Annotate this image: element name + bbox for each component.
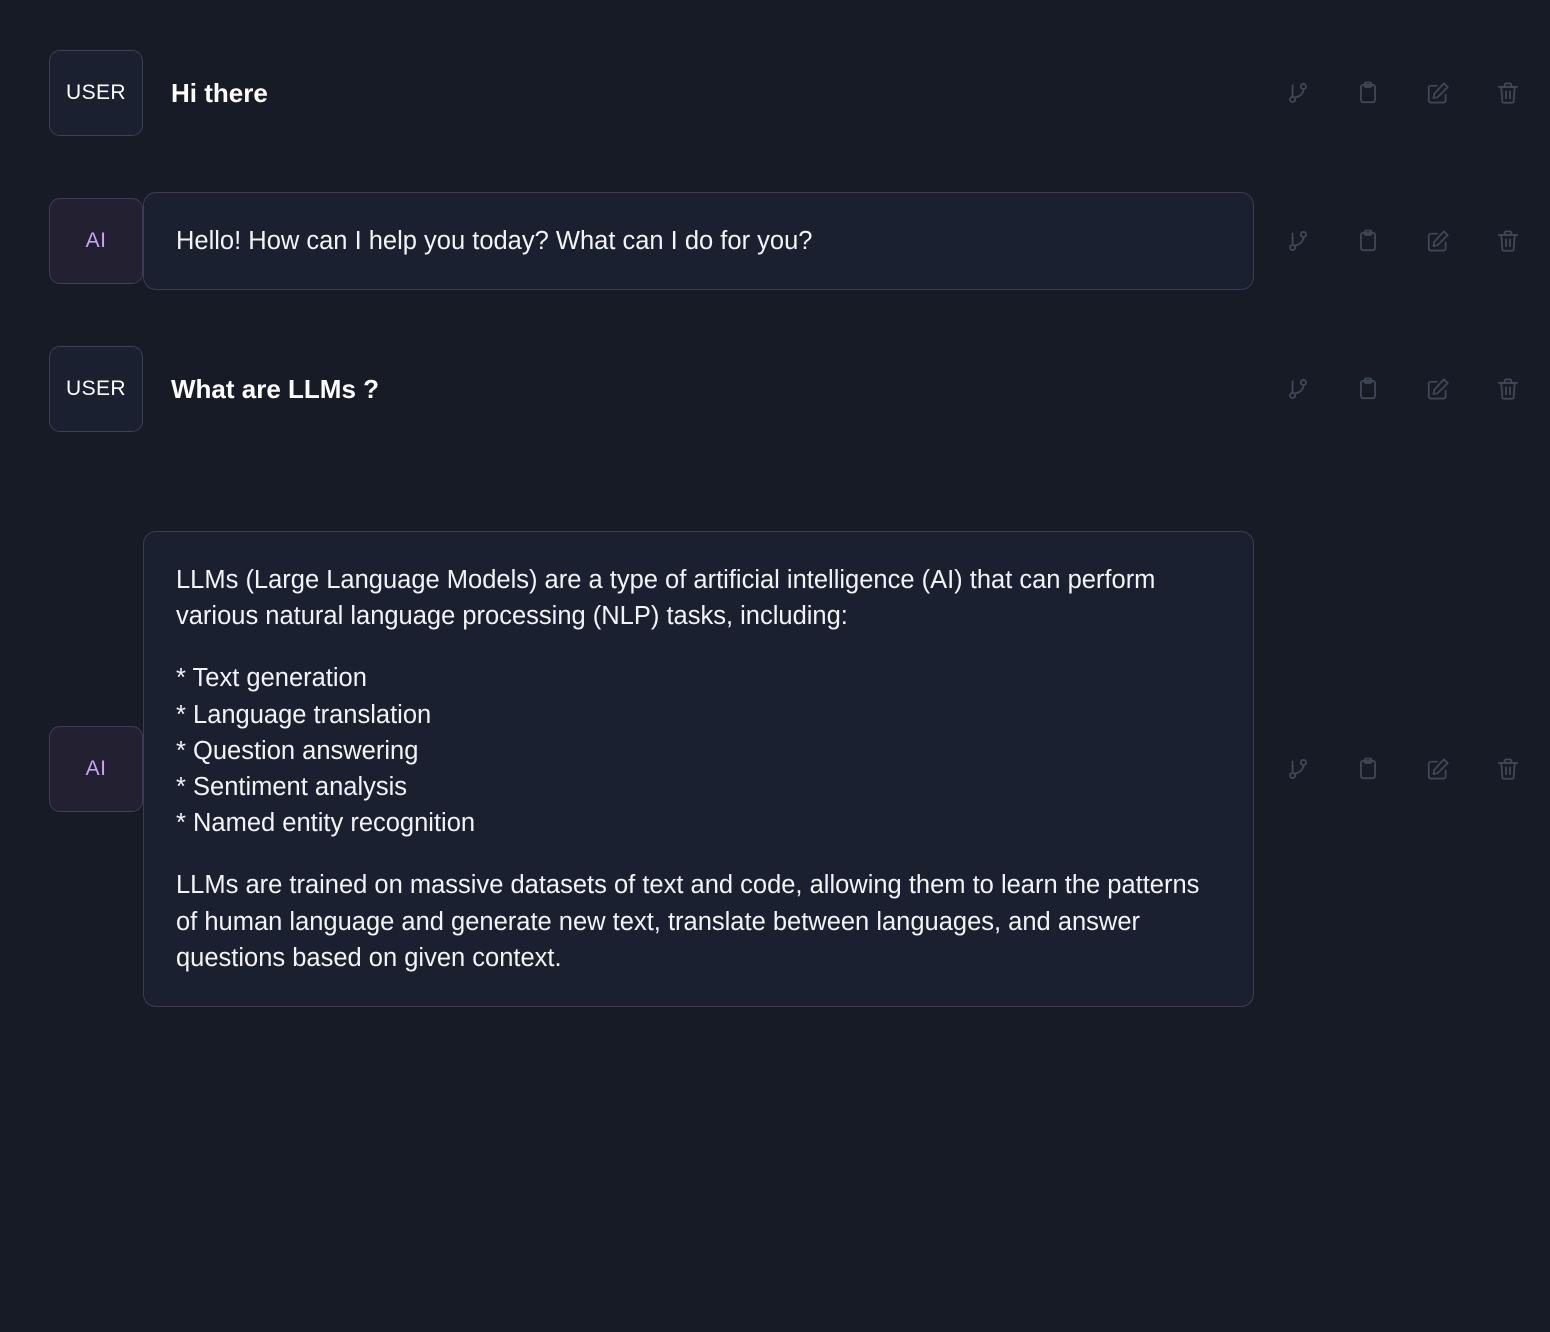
message-row-user-2: USER What are LLMs ? — [0, 330, 1550, 448]
message-text: What are LLMs ? — [171, 373, 380, 404]
avatar-label: USER — [66, 377, 126, 400]
branch-button[interactable] — [1278, 369, 1318, 409]
copy-button[interactable] — [1348, 73, 1388, 113]
edit-pencil-icon — [1427, 378, 1449, 400]
git-branch-icon — [1289, 758, 1307, 780]
clipboard-icon — [1360, 377, 1376, 400]
edit-pencil-icon — [1427, 230, 1449, 252]
clipboard-icon — [1360, 81, 1376, 104]
avatar-label: AI — [85, 229, 107, 252]
avatar-label: AI — [85, 757, 107, 780]
trash-icon — [1497, 230, 1519, 252]
message-actions — [1278, 73, 1528, 113]
list-item: * Question answering — [176, 736, 419, 765]
message-actions — [1278, 749, 1528, 789]
edit-pencil-icon — [1427, 758, 1449, 780]
message-text: Hello! How can I help you today? What ca… — [176, 226, 813, 255]
branch-button[interactable] — [1278, 749, 1318, 789]
avatar-user: USER — [49, 346, 143, 432]
trash-icon — [1497, 378, 1519, 400]
message-actions — [1278, 221, 1528, 261]
message-outro-paragraph: LLMs are trained on massive datasets of … — [176, 871, 1200, 972]
delete-button[interactable] — [1488, 221, 1528, 261]
delete-button[interactable] — [1488, 369, 1528, 409]
message-text: Hi there — [171, 77, 268, 108]
message-row-user-1: USER Hi there — [0, 34, 1550, 152]
trash-icon — [1497, 758, 1519, 780]
delete-button[interactable] — [1488, 73, 1528, 113]
edit-button[interactable] — [1418, 221, 1458, 261]
edit-button[interactable] — [1418, 369, 1458, 409]
message-row-assistant-1: AI Hello! How can I help you today? What… — [0, 152, 1550, 330]
edit-button[interactable] — [1418, 749, 1458, 789]
edit-pencil-icon — [1427, 82, 1449, 104]
message-body: What are LLMs ? — [143, 371, 1254, 407]
branch-button[interactable] — [1278, 221, 1318, 261]
git-branch-icon — [1289, 378, 1307, 400]
avatar-label: USER — [66, 81, 126, 104]
message-body: LLMs (Large Language Models) are a type … — [143, 530, 1254, 1008]
avatar-assistant: AI — [49, 198, 143, 284]
git-branch-icon — [1289, 230, 1307, 252]
copy-button[interactable] — [1348, 221, 1388, 261]
git-branch-icon — [1289, 82, 1307, 104]
clipboard-icon — [1360, 757, 1376, 780]
capability-list: * Text generation * Language translation… — [176, 660, 1221, 841]
message-bubble: Hello! How can I help you today? What ca… — [143, 191, 1254, 291]
list-item: * Named entity recognition — [176, 809, 476, 838]
message-row-assistant-2: AI LLMs (Large Language Models) are a ty… — [0, 448, 1550, 1090]
message-bubble: LLMs (Large Language Models) are a type … — [143, 530, 1254, 1008]
message-body: Hello! How can I help you today? What ca… — [143, 191, 1254, 291]
message-actions — [1278, 369, 1528, 409]
trash-icon — [1497, 82, 1519, 104]
branch-button[interactable] — [1278, 73, 1318, 113]
copy-button[interactable] — [1348, 369, 1388, 409]
clipboard-icon — [1360, 229, 1376, 252]
edit-button[interactable] — [1418, 73, 1458, 113]
list-item: * Text generation — [176, 664, 367, 693]
message-body: Hi there — [143, 75, 1254, 111]
chat-conversation: USER Hi there AI Hello! How can I help y… — [0, 0, 1550, 1332]
avatar-assistant: AI — [49, 726, 143, 812]
avatar-user: USER — [49, 50, 143, 136]
list-item: * Language translation — [176, 700, 432, 729]
list-item: * Sentiment analysis — [176, 773, 408, 801]
delete-button[interactable] — [1488, 749, 1528, 789]
message-intro-paragraph: LLMs (Large Language Models) are a type … — [176, 565, 1156, 631]
copy-button[interactable] — [1348, 749, 1388, 789]
